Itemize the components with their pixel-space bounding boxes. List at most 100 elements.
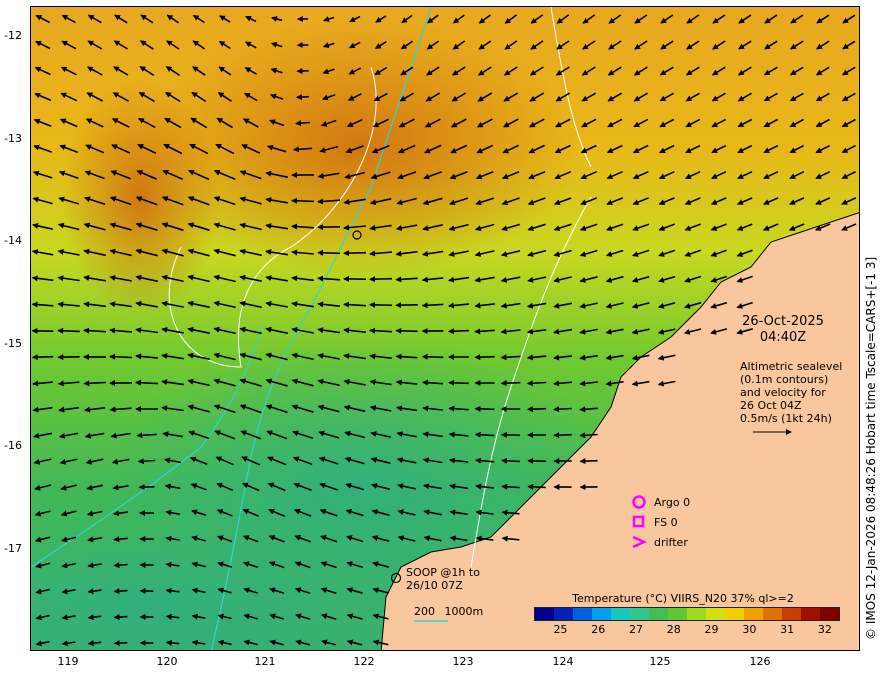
isobath-1000-label: 1000m [444, 605, 484, 618]
velocity-arrow [448, 379, 469, 386]
colorbar-title: Temperature (°C) VIIRS_N20 37% ql>=2 [572, 592, 794, 605]
colorbar-segment [630, 608, 649, 620]
fs-square-icon [630, 514, 648, 530]
velocity-arrow [421, 353, 444, 360]
argo-label: Argo 0 [654, 495, 691, 509]
lon-tick: 119 [57, 655, 79, 668]
colorbar-segment [668, 608, 687, 620]
map-panel[interactable] [30, 6, 860, 651]
velocity-arrow [395, 327, 418, 334]
velocity-arrow [447, 328, 470, 335]
velocity-arrow [113, 562, 128, 569]
legend-fs: FS 0 [630, 512, 690, 532]
colorbar-tick: 25 [553, 623, 568, 636]
colorbar-strip [534, 607, 840, 621]
velocity-arrow [474, 405, 495, 412]
colorbar-tick: 28 [666, 623, 681, 636]
colorbar-tick: 26 [591, 623, 606, 636]
colorbar-tick: 31 [780, 623, 795, 636]
velocity-arrow [500, 431, 521, 438]
velocity-arrow [113, 588, 128, 595]
date-line: 26-Oct-2025 [742, 314, 824, 329]
colorbar-segment [554, 608, 573, 620]
soop-circle-icon [390, 572, 402, 584]
lon-tick: 122 [353, 655, 375, 668]
fs-label: FS 0 [654, 515, 678, 529]
legend-drifter: drifter [630, 532, 690, 552]
lat-tick: -15 [4, 337, 22, 350]
colorbar-segment [592, 608, 611, 620]
lon-tick: 123 [452, 655, 474, 668]
colorbar-tick: 27 [629, 623, 643, 636]
velocity-arrow [369, 276, 393, 283]
altimetry-note: Altimetric sealevel (0.1m contours) and … [740, 360, 842, 425]
warm-patch-nw [61, 77, 221, 317]
altimetry-line: 0.5m/s (1kt 24h) [740, 412, 832, 425]
argo-circle-icon [630, 494, 648, 510]
colorbar-segment [706, 608, 725, 620]
altimetry-line: and velocity for [740, 386, 826, 399]
velocity-arrow [291, 197, 315, 204]
lon-tick: 120 [156, 655, 178, 668]
velocity-arrow [137, 458, 156, 465]
isobath-legend: 200 1000m [414, 605, 483, 623]
velocity-arrow [31, 354, 54, 361]
colorbar-segment [782, 608, 801, 620]
lon-tick: 126 [749, 655, 771, 668]
date-label: 26-Oct-2025 04:40Z [738, 314, 828, 346]
altimetry-line: Altimetric sealevel [740, 360, 843, 373]
velocity-arrow [317, 249, 341, 256]
velocity-arrow [113, 640, 128, 647]
velocity-arrow [474, 354, 495, 361]
lat-tick: -17 [4, 542, 22, 555]
colorbar-ticks: 25 26 27 28 29 30 31 32 [534, 623, 840, 637]
time-line: 04:40Z [759, 330, 807, 345]
lon-tick: 124 [552, 655, 574, 668]
colorbar-tick: 29 [704, 623, 719, 636]
drifter-label: drifter [654, 535, 688, 549]
velocity-arrow [113, 614, 128, 621]
colorbar-segment [820, 608, 839, 620]
lat-tick: -14 [4, 234, 22, 247]
colorbar-segment [649, 608, 668, 620]
soop-note: SOOP @1h to 26/10 07Z [390, 566, 480, 592]
lat-tick: -13 [4, 132, 22, 145]
altimetry-line: (0.1m contours) [740, 373, 829, 386]
velocity-arrow [295, 120, 311, 127]
colorbar: Temperature (°C) VIIRS_N20 37% ql>=2 25 2… [534, 592, 840, 637]
colorbar-segment [744, 608, 763, 620]
legend-argo: Argo 0 [630, 492, 690, 512]
colorbar-segment [573, 608, 592, 620]
lat-tick: -12 [4, 29, 22, 42]
platform-legend: Argo 0 FS 0 drifter [630, 492, 690, 552]
colorbar-segment [763, 608, 782, 620]
velocity-arrow [109, 353, 133, 360]
drifter-chevron-icon [630, 534, 648, 550]
isobath-legend-line [414, 620, 448, 622]
colorbar-tick: 30 [742, 623, 757, 636]
velocity-arrow [553, 432, 572, 439]
soop-line: SOOP @1h to [406, 566, 480, 579]
velocity-arrow [501, 457, 521, 464]
velocity-arrow [526, 380, 547, 387]
colorbar-segment [801, 608, 820, 620]
credit-line: © IMOS 12-Jan-2026 08:48:26 Hobart time … [864, 256, 878, 640]
sst-map [31, 7, 859, 650]
colorbar-tick: 32 [817, 623, 832, 636]
lon-tick: 121 [254, 655, 276, 668]
velocity-arrow [295, 94, 310, 101]
velocity-arrow [579, 458, 598, 465]
soop-line: 26/10 07Z [406, 579, 463, 592]
altimetry-line: 26 Oct 04Z [740, 399, 802, 412]
colorbar-segment [535, 608, 554, 620]
velocity-arrow [527, 483, 546, 490]
lon-tick: 125 [649, 655, 671, 668]
colorbar-segment [611, 608, 630, 620]
velocity-arrow [343, 250, 367, 257]
isobath-200-label: 200 [414, 605, 435, 618]
velocity-arrow [553, 406, 572, 413]
velocity-arrow [57, 327, 80, 334]
velocity-arrow [579, 432, 598, 439]
velocity-arrow [526, 406, 547, 413]
velocity-arrow [500, 380, 521, 387]
